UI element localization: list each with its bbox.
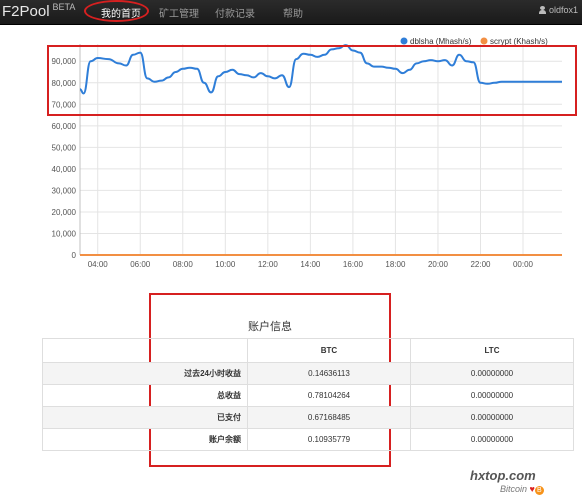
- y-tick-label: 80,000: [52, 79, 77, 88]
- watermark-bitcoin: Bitcoin ♥ B: [500, 484, 544, 495]
- y-tick-label: 30,000: [52, 186, 77, 195]
- row-label: 总收益: [42, 384, 248, 407]
- header-cell-empty: [42, 338, 248, 363]
- watermark-site: hxtop.com: [470, 468, 536, 483]
- legend-marker: [480, 37, 488, 45]
- watermark-bitcoin-text: Bitcoin: [500, 484, 528, 494]
- user-icon: [538, 6, 546, 14]
- x-tick-label: 14:00: [300, 260, 321, 269]
- btc-value: 0.14636113: [247, 362, 411, 385]
- nav-item-miners[interactable]: 矿工管理: [159, 5, 199, 20]
- y-tick-label: 40,000: [52, 165, 77, 174]
- beta-badge: BETA: [52, 2, 76, 12]
- y-tick-label: 60,000: [52, 122, 77, 131]
- series-line-dblsha: [79, 44, 562, 95]
- ltc-value: 0.00000000: [410, 362, 574, 385]
- table-row: 总收益 0.78104264 0.00000000: [42, 384, 574, 407]
- brand-logo[interactable]: F2Pool BETA: [2, 2, 75, 20]
- ltc-value: 0.00000000: [410, 428, 574, 451]
- btc-value: 0.78104264: [247, 384, 411, 407]
- x-tick-label: 06:00: [130, 260, 151, 269]
- hashrate-chart: 0 10,000 20,000 30,000 40,000 50,000 60,000 70,…: [52, 37, 562, 269]
- account-table: BTC LTC 过去24小时收益 0.14636113 0.00000000 总…: [42, 338, 574, 451]
- row-label: 已支付: [42, 406, 248, 429]
- brand-name: F2Pool: [2, 3, 50, 20]
- x-tick-label: 04:00: [88, 260, 109, 269]
- legend-marker: [400, 37, 408, 45]
- row-label: 账户余额: [42, 428, 248, 451]
- y-tick-label: 20,000: [52, 208, 77, 217]
- btc-value: 0.67168485: [247, 406, 411, 429]
- annotation-circle: [84, 0, 149, 22]
- header-cell-ltc: LTC: [410, 338, 574, 363]
- legend-label: scrypt (Khash/s): [490, 37, 548, 46]
- x-tick-label: 08:00: [173, 260, 194, 269]
- x-tick-label: 12:00: [258, 260, 279, 269]
- x-tick-label: 18:00: [385, 260, 406, 269]
- ltc-value: 0.00000000: [410, 406, 574, 429]
- y-tick-label: 10,000: [52, 229, 77, 238]
- legend-label: dblsha (Mhash/s): [410, 37, 472, 46]
- y-tick-label: 50,000: [52, 143, 77, 152]
- y-tick-label: 90,000: [52, 57, 77, 66]
- row-label: 过去24小时收益: [42, 362, 248, 385]
- account-panel-title: 账户信息: [248, 321, 292, 333]
- x-tick-label: 10:00: [215, 260, 236, 269]
- x-tick-label: 22:00: [470, 260, 491, 269]
- ltc-value: 0.00000000: [410, 384, 574, 407]
- x-tick-label: 00:00: [513, 260, 534, 269]
- bitcoin-icon: B: [534, 486, 544, 495]
- nav-item-help[interactable]: 帮助: [283, 5, 303, 20]
- user-menu[interactable]: oldfox1: [538, 5, 578, 15]
- btc-value: 0.10935779: [247, 428, 411, 451]
- username: oldfox1: [548, 5, 578, 15]
- table-row: 过去24小时收益 0.14636113 0.00000000: [42, 362, 574, 385]
- table-row: 账户余额 0.10935779 0.00000000: [42, 428, 574, 451]
- nav-item-payments[interactable]: 付款记录: [215, 5, 255, 20]
- x-tick-label: 16:00: [343, 260, 364, 269]
- table-header-row: BTC LTC: [42, 338, 574, 363]
- header-cell-btc: BTC: [247, 338, 411, 363]
- x-tick-label: 20:00: [428, 260, 449, 269]
- table-row: 已支付 0.67168485 0.00000000: [42, 406, 574, 429]
- top-navbar: F2Pool BETA 我的首页 矿工管理 付款记录 帮助 oldfox1: [0, 0, 582, 25]
- y-tick-label: 0: [72, 251, 77, 260]
- y-tick-label: 70,000: [52, 100, 77, 109]
